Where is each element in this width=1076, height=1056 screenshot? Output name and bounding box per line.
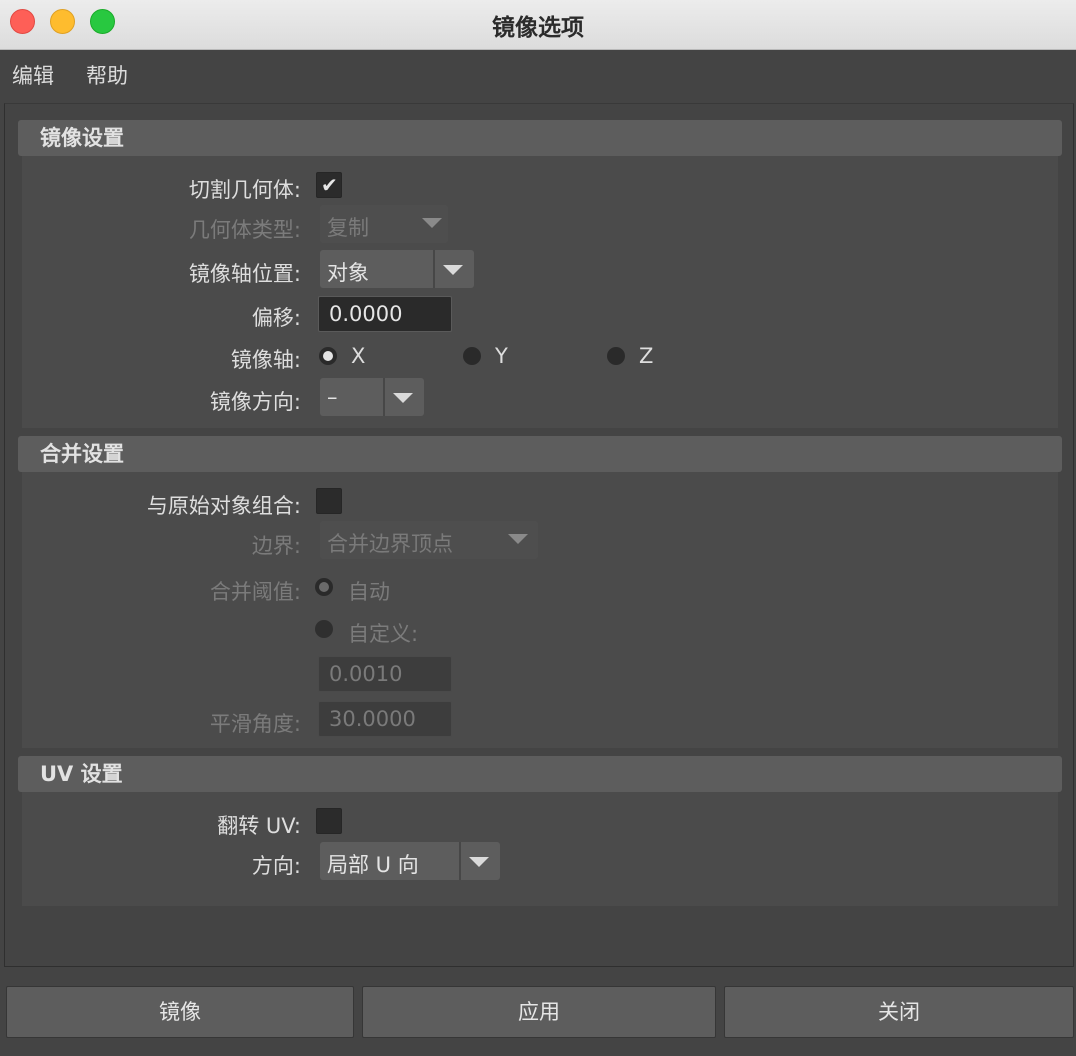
mirror-direction-dropdown[interactable]: – bbox=[320, 378, 424, 416]
menu-edit[interactable]: 编辑 bbox=[12, 60, 54, 90]
combine-label: 与原始对象组合: bbox=[146, 494, 301, 518]
section-body-uv bbox=[22, 792, 1058, 906]
mirror-axis-label: 镜像轴: bbox=[230, 348, 301, 372]
threshold-auto-radio[interactable] bbox=[315, 578, 333, 596]
axis-z-radio[interactable] bbox=[607, 347, 625, 365]
axis-y-radio[interactable] bbox=[463, 347, 481, 365]
flip-uv-label: 翻转 UV: bbox=[217, 814, 301, 838]
axis-position-label: 镜像轴位置: bbox=[188, 262, 301, 286]
axis-y-label: Y bbox=[495, 344, 508, 368]
section-body-mirror bbox=[22, 156, 1058, 428]
flip-uv-checkbox[interactable] bbox=[316, 808, 342, 834]
mirror-button[interactable]: 镜像 bbox=[6, 986, 354, 1038]
threshold-auto-label: 自动 bbox=[348, 580, 390, 604]
window-title: 镜像选项 bbox=[492, 15, 584, 41]
axis-z-label: Z bbox=[639, 344, 654, 368]
uv-direction-dropdown[interactable]: 局部 U 向 bbox=[320, 842, 500, 880]
offset-label: 偏移: bbox=[251, 306, 301, 330]
cut-geometry-label: 切割几何体: bbox=[188, 178, 301, 202]
close-button[interactable]: 关闭 bbox=[724, 986, 1074, 1038]
uv-direction-value: 局部 U 向 bbox=[327, 853, 419, 877]
menu-help[interactable]: 帮助 bbox=[86, 60, 128, 90]
checkmark-icon: ✔ bbox=[321, 173, 338, 197]
smooth-angle-label: 平滑角度: bbox=[209, 712, 301, 736]
border-value: 合并边界顶点 bbox=[327, 532, 453, 556]
mirror-direction-label: 镜像方向: bbox=[209, 390, 301, 414]
chevron-down-icon bbox=[469, 857, 489, 867]
threshold-input[interactable]: 0.0010 bbox=[318, 656, 452, 692]
axis-x-label: X bbox=[351, 344, 366, 368]
cut-geometry-checkbox[interactable]: ✔ bbox=[316, 172, 342, 198]
geometry-type-value: 复制 bbox=[327, 216, 369, 240]
button-bar: 镜像 应用 关闭 bbox=[0, 970, 1076, 1056]
geometry-type-label: 几何体类型: bbox=[188, 218, 301, 242]
uv-direction-label: 方向: bbox=[251, 854, 301, 878]
section-header-mirror[interactable]: 镜像设置 bbox=[18, 120, 1062, 156]
menu-bar: 编辑 帮助 bbox=[0, 51, 1076, 95]
threshold-custom-label: 自定义: bbox=[348, 622, 419, 646]
title-bar: 镜像选项 bbox=[0, 0, 1076, 50]
section-header-merge[interactable]: 合并设置 bbox=[18, 436, 1062, 472]
combine-checkbox[interactable] bbox=[316, 488, 342, 514]
border-dropdown[interactable]: 合并边界顶点 bbox=[320, 521, 538, 559]
section-header-uv[interactable]: UV 设置 bbox=[18, 756, 1062, 792]
apply-button[interactable]: 应用 bbox=[362, 986, 716, 1038]
border-label: 边界: bbox=[251, 534, 301, 558]
axis-position-value: 对象 bbox=[327, 261, 369, 285]
axis-x-radio[interactable] bbox=[319, 347, 337, 365]
offset-input[interactable]: 0.0000 bbox=[318, 296, 452, 332]
geometry-type-dropdown[interactable]: 复制 bbox=[320, 205, 448, 243]
chevron-down-icon bbox=[393, 393, 413, 403]
threshold-custom-radio[interactable] bbox=[315, 620, 333, 638]
smooth-angle-input[interactable]: 30.0000 bbox=[318, 701, 452, 737]
merge-threshold-label: 合并阈值: bbox=[209, 580, 301, 604]
chevron-down-icon bbox=[508, 534, 528, 544]
axis-position-dropdown[interactable]: 对象 bbox=[320, 250, 474, 288]
chevron-down-icon bbox=[422, 218, 442, 228]
mirror-direction-value: – bbox=[327, 385, 338, 409]
chevron-down-icon bbox=[443, 265, 463, 275]
